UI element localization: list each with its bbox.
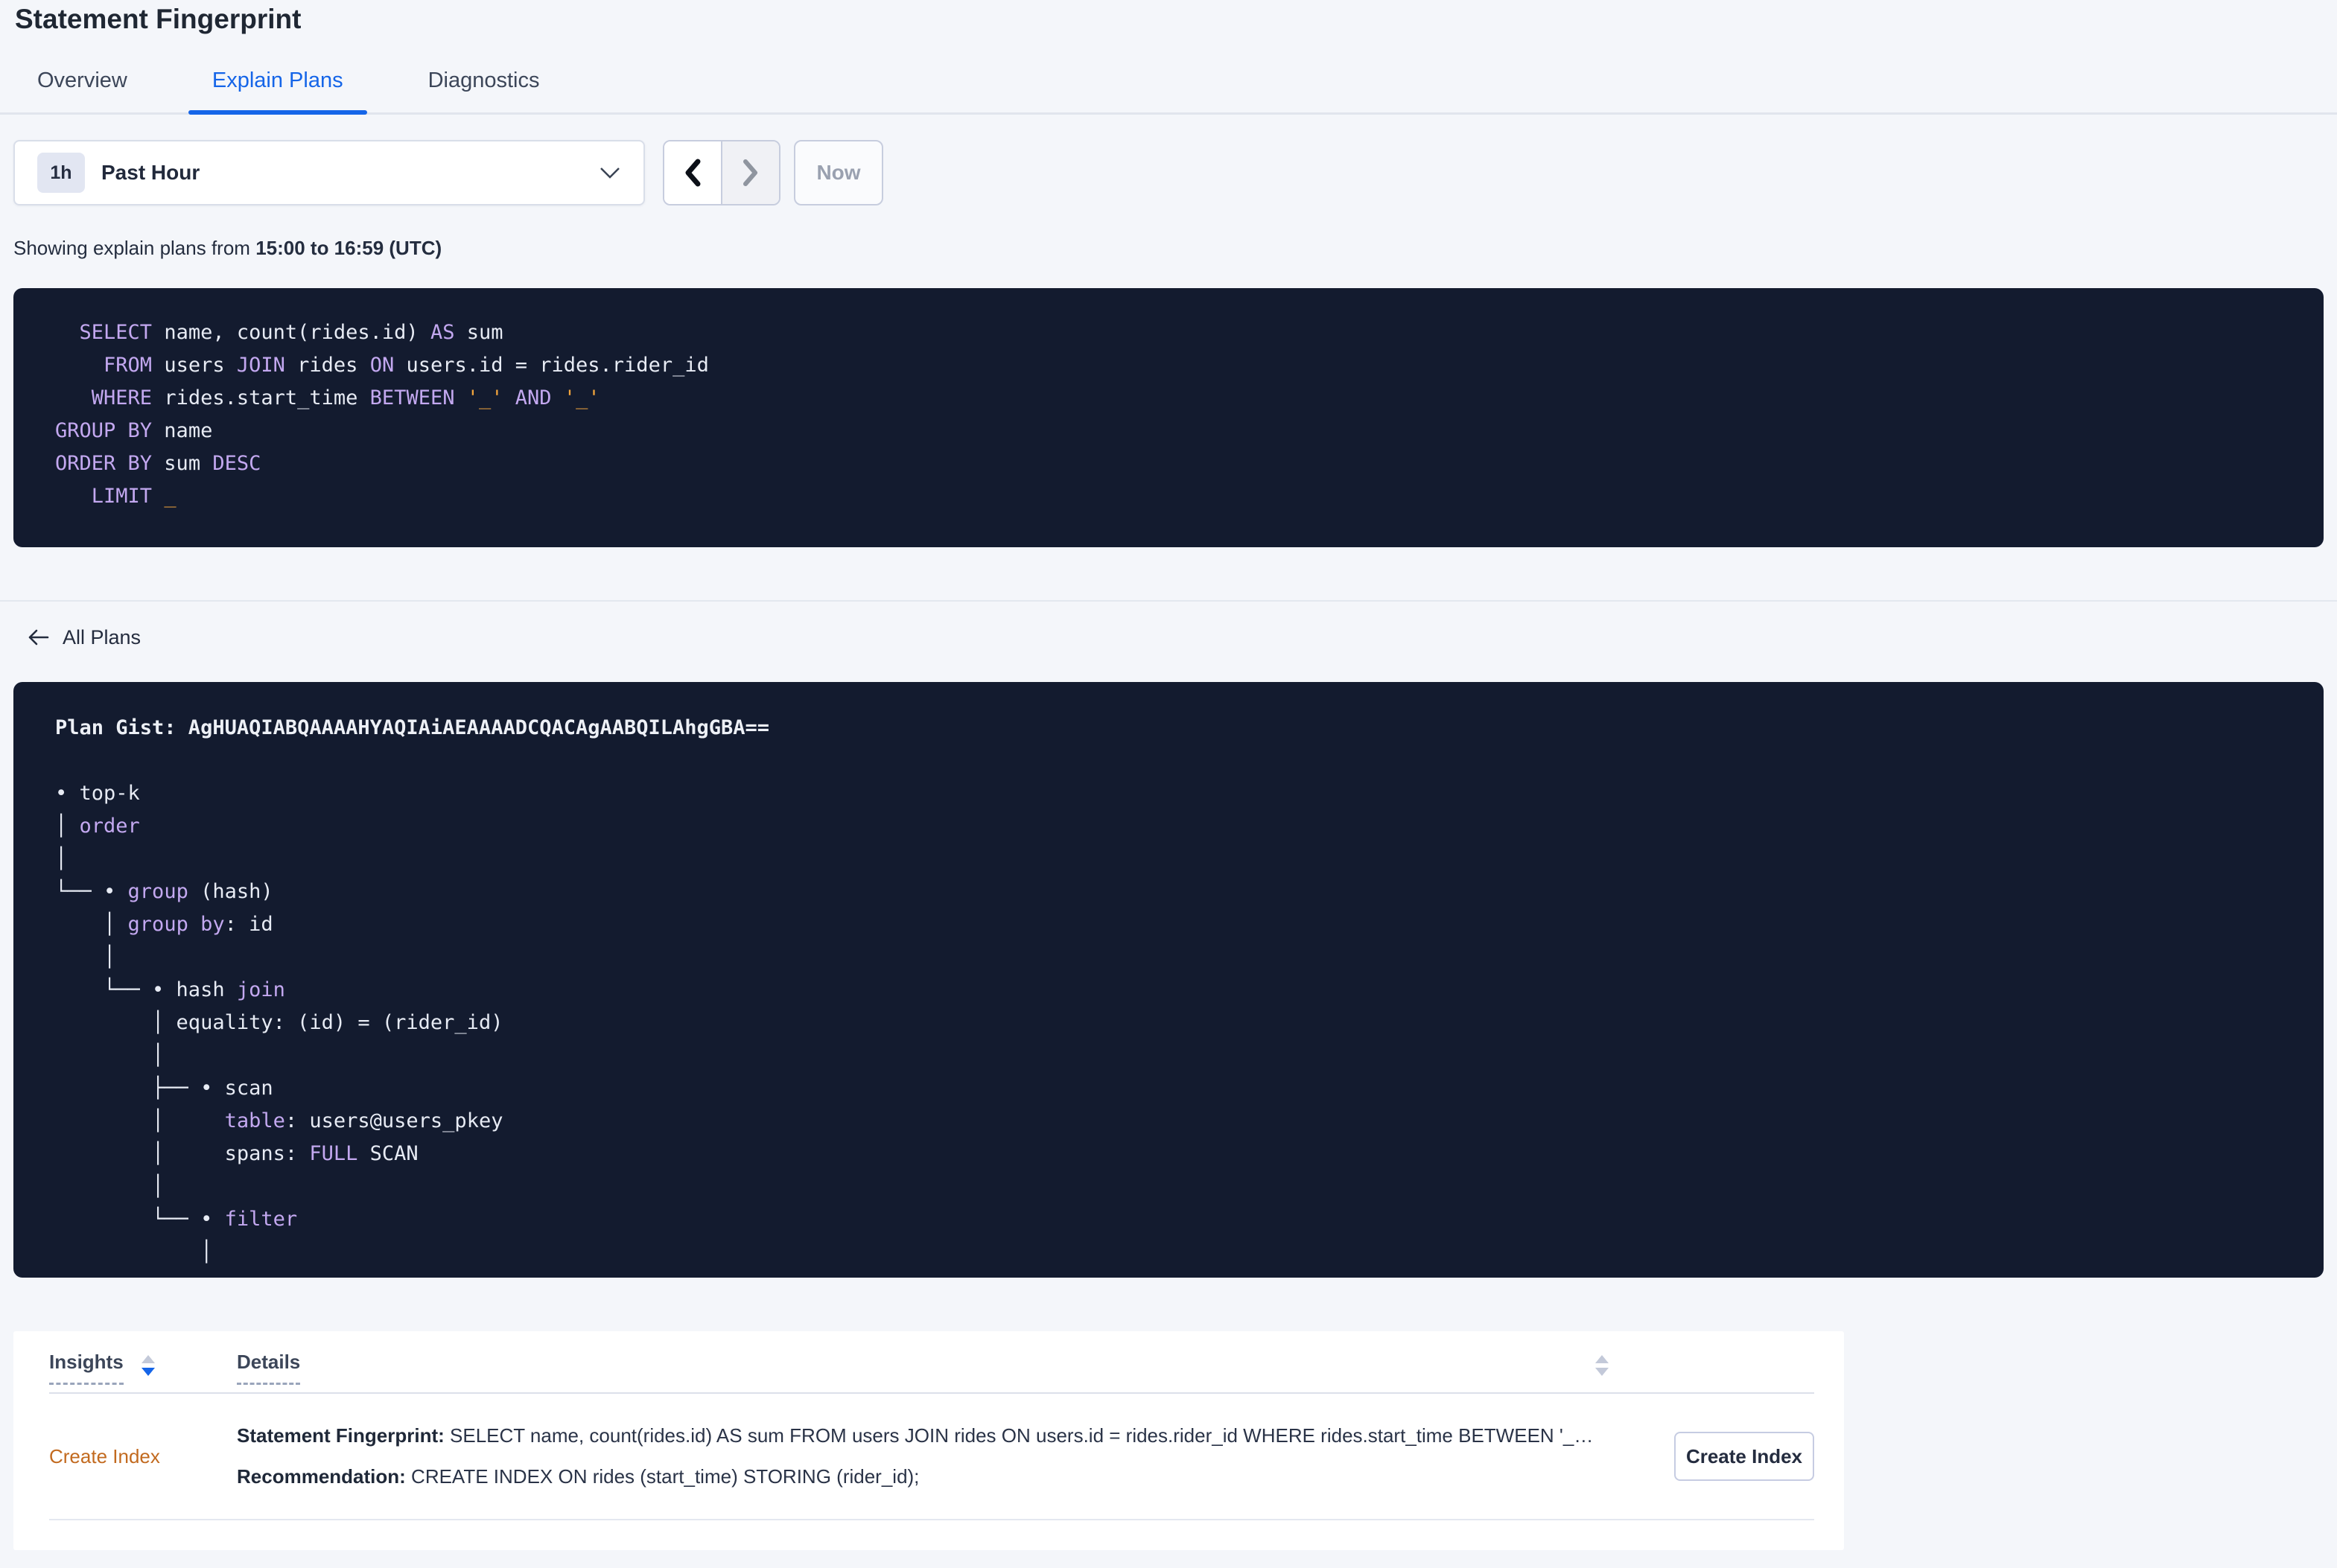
time-range-caption: Showing explain plans from 15:00 to 16:5… — [13, 237, 2324, 260]
previous-time-button[interactable] — [664, 141, 722, 204]
create-index-button[interactable]: Create Index — [1674, 1432, 1814, 1481]
sort-up-icon — [1595, 1355, 1609, 1363]
time-step-buttons — [663, 140, 780, 205]
sort-down-icon — [141, 1368, 155, 1376]
time-controls: 1h Past Hour Now — [13, 140, 2324, 205]
sort-up-icon — [141, 1355, 155, 1363]
sort-icon-insights[interactable] — [141, 1355, 155, 1376]
now-button[interactable]: Now — [794, 140, 883, 205]
insights-table-header: Insights Details — [49, 1331, 1814, 1394]
page-title: Statement Fingerprint — [15, 4, 302, 34]
time-range-label: Past Hour — [101, 161, 200, 184]
table-row: Create Index Statement Fingerprint: SELE… — [49, 1394, 1814, 1520]
tab-explain-plans[interactable]: Explain Plans — [188, 68, 367, 115]
column-header-details[interactable]: Details — [237, 1351, 301, 1385]
time-range-select[interactable]: 1h Past Hour — [13, 140, 645, 205]
all-plans-back-link[interactable]: All Plans — [27, 624, 141, 651]
insights-table-card: Insights Details Create Index Statement … — [13, 1331, 1844, 1550]
chevron-right-icon — [740, 158, 761, 188]
insight-details-cell: Statement Fingerprint: SELECT name, coun… — [237, 1424, 1638, 1488]
next-time-button[interactable] — [722, 141, 779, 204]
tab-overview[interactable]: Overview — [22, 68, 142, 112]
caption-prefix: Showing explain plans from — [13, 237, 256, 259]
tab-diagnostics[interactable]: Diagnostics — [413, 68, 555, 112]
chevron-down-icon — [599, 166, 621, 179]
caption-range: 15:00 to 16:59 (UTC) — [255, 237, 442, 259]
sort-down-icon — [1595, 1368, 1609, 1376]
all-plans-label: All Plans — [63, 625, 142, 648]
sort-icon-details[interactable] — [1595, 1355, 1609, 1376]
explain-plan-box: Plan Gist: AgHUAQIABQAAAAHYAQIAiAEAAAADC… — [13, 682, 2324, 1278]
statement-fingerprint-line: Statement Fingerprint: SELECT name, coun… — [237, 1424, 1594, 1447]
section-divider — [0, 600, 2337, 602]
chevron-left-icon — [682, 158, 703, 188]
column-header-insights[interactable]: Insights — [49, 1351, 124, 1385]
tab-bar: Overview Explain Plans Diagnostics — [0, 63, 2337, 115]
sql-statement-box: SELECT name, count(rides.id) AS sum FROM… — [13, 288, 2324, 547]
arrow-left-icon — [27, 628, 49, 647]
time-range-badge: 1h — [37, 153, 85, 193]
recommendation-line: Recommendation: CREATE INDEX ON rides (s… — [237, 1465, 920, 1488]
insight-type-link[interactable]: Create Index — [49, 1445, 237, 1468]
